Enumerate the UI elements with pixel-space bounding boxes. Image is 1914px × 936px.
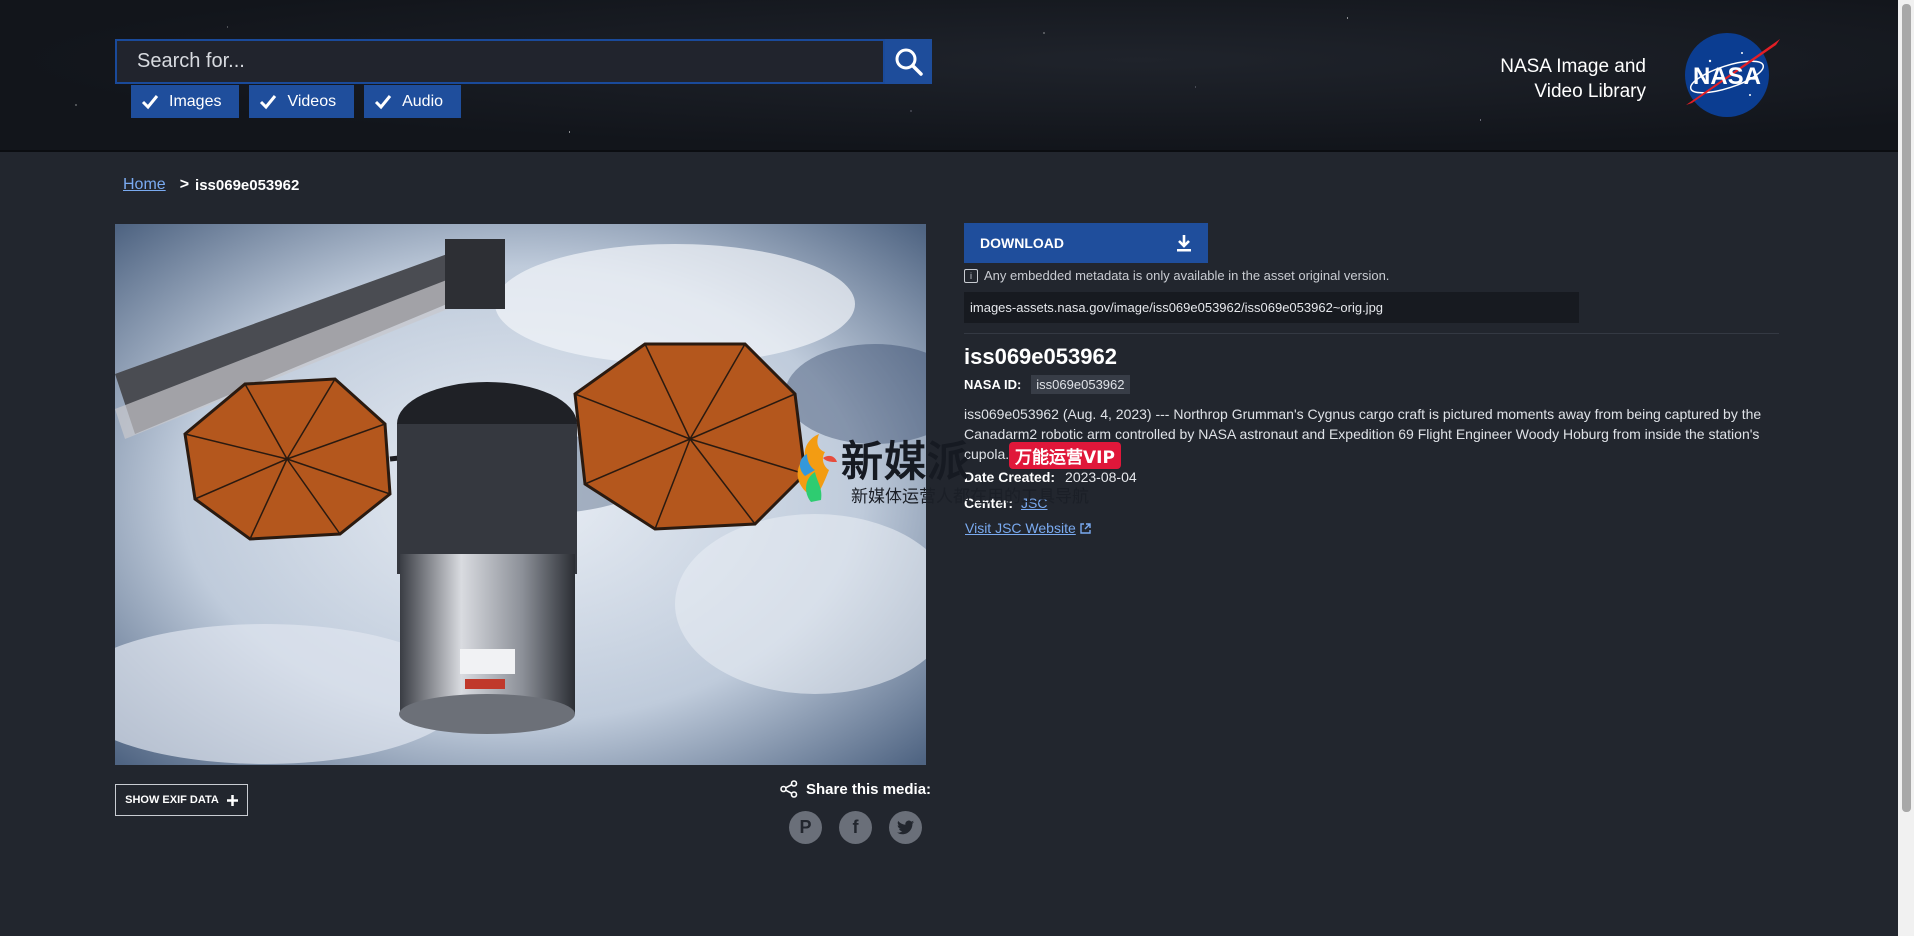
media-type-filters: Images Videos Audio (131, 85, 462, 118)
search-input[interactable] (117, 41, 887, 82)
watermark-deer-logo-icon (797, 434, 837, 502)
filter-audio[interactable]: Audio (364, 85, 462, 118)
search-box (115, 39, 887, 84)
brand-line-1: NASA Image and (1500, 56, 1646, 77)
show-exif-data-button[interactable]: SHOW EXIF DATA (115, 784, 248, 816)
filter-images[interactable]: Images (131, 85, 240, 118)
external-link-icon (1080, 522, 1091, 534)
nasa-id-value: iss069e053962 (1031, 375, 1130, 394)
twitter-icon[interactable] (889, 811, 922, 844)
filter-label: Images (169, 92, 222, 110)
checkmark-icon (260, 94, 277, 109)
breadcrumb: Home > iss069e053962 (123, 176, 299, 194)
info-icon: i (964, 268, 978, 283)
download-button[interactable]: DOWNLOAD (964, 223, 1208, 263)
watermark-overlay: 新媒派 万能运营VIP 新媒体运营人都在用的工具导航 (785, 428, 1135, 508)
metadata-note: i Any embedded metadata is only availabl… (964, 268, 1389, 283)
divider (964, 333, 1779, 334)
filter-label: Videos (287, 92, 337, 110)
page-scrollbar-thumb[interactable] (1902, 4, 1911, 812)
breadcrumb-current: iss069e053962 (195, 176, 300, 194)
facebook-icon[interactable]: f (839, 811, 872, 844)
svg-text:NASA: NASA (1693, 63, 1761, 90)
filter-label: Audio (402, 92, 444, 110)
search-icon (895, 48, 923, 76)
checkmark-icon (375, 94, 392, 109)
asset-url-field[interactable]: images-assets.nasa.gov/image/iss069e0539… (964, 292, 1579, 323)
site-brand-text[interactable]: NASA Image and Video Library (1500, 54, 1646, 104)
watermark-subtitle: 新媒体运营人都在用的工具导航 (851, 487, 1089, 507)
metadata-note-text: Any embedded metadata is only available … (984, 268, 1390, 283)
site-header: Images Videos Audio NASA Image and Video… (0, 0, 1898, 152)
visit-link-label: Visit JSC Website (965, 520, 1076, 536)
checkmark-icon (141, 94, 159, 109)
plus-icon (226, 794, 238, 806)
nasa-id-label: NASA ID: (964, 377, 1022, 392)
breadcrumb-separator: > (179, 176, 190, 193)
nasa-id-row: NASA ID: iss069e053962 (964, 375, 1130, 394)
download-button-label: DOWNLOAD (980, 235, 1064, 251)
breadcrumb-home-link[interactable]: Home (123, 176, 166, 194)
exif-button-label: SHOW EXIF DATA (125, 794, 219, 806)
visit-center-website-link[interactable]: Visit JSC Website (965, 520, 1091, 536)
watermark-badge: 万能运营VIP (1009, 442, 1121, 469)
filter-videos[interactable]: Videos (249, 85, 355, 118)
asset-title: iss069e053962 (964, 344, 1117, 369)
share-icon (780, 780, 798, 798)
share-label: Share this media: (780, 780, 931, 798)
brand-line-2: Video Library (1534, 81, 1646, 102)
pinterest-icon[interactable]: P (789, 811, 822, 844)
nasa-logo-icon[interactable]: NASA (1680, 31, 1782, 119)
share-icons: P f (789, 811, 922, 844)
search-button[interactable] (885, 39, 932, 84)
download-icon (1177, 235, 1191, 252)
share-label-text: Share this media: (806, 780, 932, 798)
watermark-title: 新媒派 (841, 437, 971, 486)
